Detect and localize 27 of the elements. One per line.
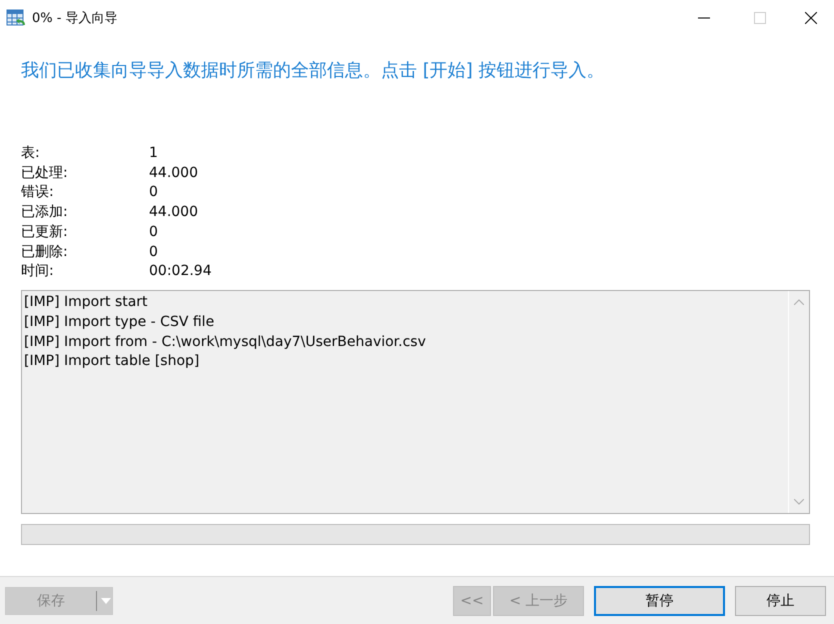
wizard-button[interactable]: 暂停 [594, 586, 725, 616]
stat-label: 已添加: [21, 203, 68, 222]
stat-value: 0 [149, 222, 158, 242]
scroll-down-icon[interactable] [794, 498, 804, 505]
log-line: [IMP] Import start [24, 292, 149, 312]
stat-value: 00:02.94 [149, 262, 212, 282]
scroll-up-icon[interactable] [794, 298, 804, 305]
stat-label: 错误: [21, 183, 54, 202]
table-icon [6, 8, 26, 28]
wizard-button[interactable]: 停止 [735, 586, 826, 616]
stat-value: 44.000 [149, 203, 198, 222]
stat-value: 44.000 [149, 164, 198, 183]
window-title: 0% - 导入向导 [32, 10, 118, 27]
stat-label: 已更新: [21, 222, 68, 242]
instruction-heading: 我们已收集向导导入数据时所需的全部信息。点击 [开始] 按钮进行导入。 [21, 59, 606, 83]
stat-value: 0 [149, 183, 158, 202]
close-icon[interactable] [805, 12, 817, 24]
log-line: [IMP] Import table [shop] [24, 352, 200, 372]
stat-label: 表: [21, 144, 40, 163]
log-line: [IMP] Import from - C:\work\mysql\day7\UserBehavior.csv [24, 332, 427, 352]
stat-value: 1 [149, 144, 158, 163]
maximize-icon[interactable] [754, 12, 766, 24]
stat-label: 已处理: [21, 164, 68, 183]
stat-label: 已删除: [21, 242, 68, 262]
log-line: [IMP] Import type - CSV file [24, 312, 216, 332]
stat-value: 0 [149, 242, 158, 262]
stat-label: 时间: [21, 262, 54, 282]
